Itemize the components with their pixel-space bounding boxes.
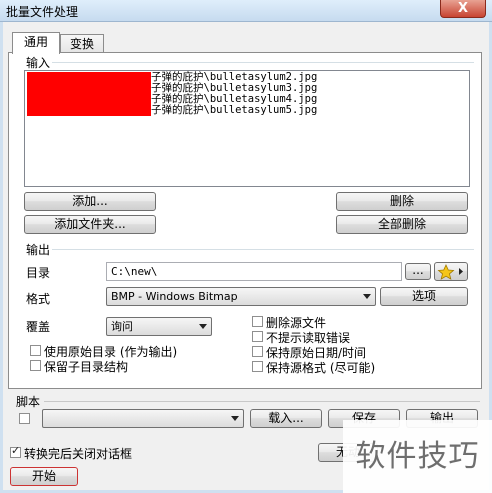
tab-general[interactable]: 通用 [12,32,60,54]
keep-subdirs-checkbox[interactable] [30,360,41,371]
redaction-block [27,83,151,94]
overwrite-select[interactable]: 询问 [106,317,212,336]
delete-all-button[interactable]: 全部删除 [336,215,468,234]
input-group-title: 输入 [24,54,53,71]
title-bar[interactable]: 批量文件处理 X [0,0,492,22]
window-title: 批量文件处理 [6,5,79,19]
options-button[interactable]: 选项 [380,287,468,306]
script-select[interactable] [42,409,244,428]
no-read-errors-checkbox[interactable] [252,331,263,342]
script-group-line [44,401,480,402]
delete-button[interactable]: 删除 [336,192,468,211]
keep-format-label: 保持源格式 (尽可能) [266,361,376,375]
favorites-button[interactable] [434,262,468,281]
file-name: 子弹的庇护\bulletasylum5.jpg [151,104,318,116]
directory-label: 目录 [26,266,51,280]
tab-transform[interactable]: 变换 [60,34,104,54]
add-button[interactable]: 添加... [24,192,156,211]
redaction-block [27,105,151,116]
overwrite-label: 覆盖 [26,320,51,334]
format-label: 格式 [26,292,51,306]
script-group-title: 脚本 [16,395,41,409]
output-group-title: 输出 [24,241,53,258]
file-list[interactable]: 子弹的庇护\bulletasylum2.jpg 子弹的庇护\bulletasyl… [24,70,470,187]
keep-subdirs-label: 保留子目录结构 [44,360,129,374]
close-button[interactable]: X [440,0,486,18]
chevron-down-icon [363,294,371,299]
load-script-button[interactable]: 载入... [250,409,322,428]
chevron-down-icon [199,324,207,329]
input-group-line [28,62,474,63]
use-original-dir-checkbox[interactable] [30,345,41,356]
output-group-line [28,249,474,250]
directory-input[interactable]: C:\new\ [106,262,402,281]
script-enable-checkbox[interactable] [19,413,30,424]
watermark: 软件技巧 [343,420,492,493]
add-folder-button[interactable]: 添加文件夹... [24,215,156,234]
keep-format-checkbox[interactable] [252,361,263,372]
format-select[interactable]: BMP - Windows Bitmap [106,287,376,306]
close-after-convert-label: 转换完后关闭对话框 [24,447,133,461]
list-item[interactable]: 子弹的庇护\bulletasylum5.jpg [27,105,467,116]
start-button[interactable]: 开始 [10,467,78,486]
close-after-convert-checkbox[interactable] [10,444,21,458]
star-icon [437,264,463,280]
redaction-block [27,94,151,105]
redaction-block [27,72,151,83]
overwrite-select-value: 询问 [111,320,133,333]
browse-button[interactable]: ... [405,263,431,280]
keep-date-checkbox[interactable] [252,346,263,357]
chevron-down-icon [231,416,239,421]
delete-source-checkbox[interactable] [252,316,263,327]
format-select-value: BMP - Windows Bitmap [111,290,238,303]
